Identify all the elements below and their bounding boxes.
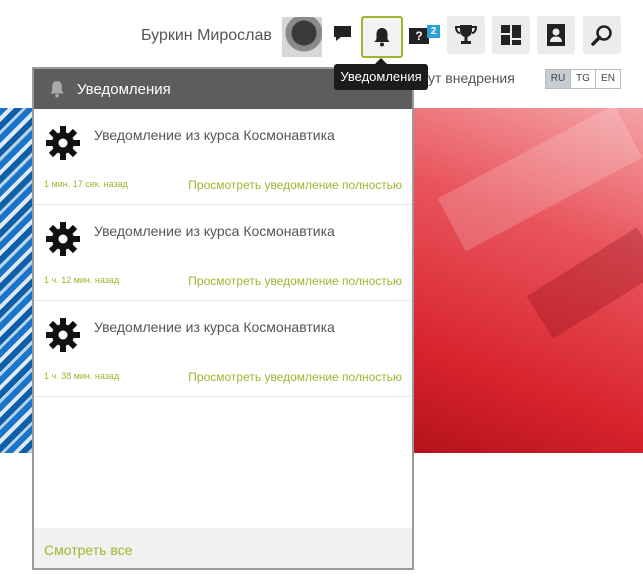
notification-message: Уведомление из курса Космонавтика [94, 319, 335, 335]
user-card-icon [547, 24, 565, 46]
lang-tg[interactable]: TG [570, 69, 596, 89]
notifications-dropdown: Уведомления Уведомление из курса Космона… [32, 67, 414, 570]
bell-icon [50, 81, 64, 98]
bell-icon [374, 28, 390, 47]
background-menu-link[interactable]: ут внедрения [428, 70, 515, 86]
view-notification-link[interactable]: Просмотреть уведомление полностью [188, 370, 402, 384]
notification-item[interactable]: Уведомление из курса Космонавтика 1 мин.… [34, 109, 412, 205]
avatar[interactable] [282, 17, 322, 57]
top-bar: Буркин Мирослав ? 2 [0, 0, 643, 66]
notification-time: 1 ч. 38 мин. назад [44, 371, 120, 381]
view-notification-link[interactable]: Просмотреть уведомление полностью [188, 274, 402, 288]
notification-time: 1 ч. 12 мин. назад [44, 275, 120, 285]
notification-item[interactable]: Уведомление из курса Космонавтика 1 ч. 3… [34, 301, 412, 397]
view-notification-link[interactable]: Просмотреть уведомление полностью [188, 178, 402, 192]
gear-icon [46, 222, 80, 256]
help-badge: 2 [427, 25, 440, 38]
notification-message: Уведомление из курса Космонавтика [94, 127, 335, 143]
chat-icon[interactable] [333, 24, 353, 49]
language-switcher: RU TG EN [545, 69, 621, 89]
profile-button[interactable] [537, 16, 575, 54]
lang-en[interactable]: EN [595, 69, 621, 89]
dashboard-icon [501, 25, 521, 45]
notifications-footer: Смотреть все [34, 528, 412, 568]
see-all-link[interactable]: Смотреть все [44, 542, 132, 558]
achievements-button[interactable] [447, 16, 485, 54]
help-icon[interactable]: ? [409, 28, 429, 44]
notification-time: 1 мин. 17 сек. назад [44, 179, 128, 189]
notification-item[interactable]: Уведомление из курса Космонавтика 1 ч. 1… [34, 205, 412, 301]
search-button[interactable] [583, 16, 621, 54]
dashboard-button[interactable] [492, 16, 530, 54]
trophy-icon [454, 25, 478, 44]
notifications-button[interactable] [361, 16, 403, 58]
notification-message: Уведомление из курса Космонавтика [94, 223, 335, 239]
gear-icon [46, 126, 80, 160]
hero-image-right [410, 104, 643, 453]
search-icon [591, 25, 612, 46]
notifications-title: Уведомления [77, 80, 171, 98]
user-name[interactable]: Буркин Мирослав [141, 27, 272, 45]
tooltip: Уведомления [334, 58, 428, 90]
gear-icon [46, 318, 80, 352]
lang-ru[interactable]: RU [545, 69, 571, 89]
